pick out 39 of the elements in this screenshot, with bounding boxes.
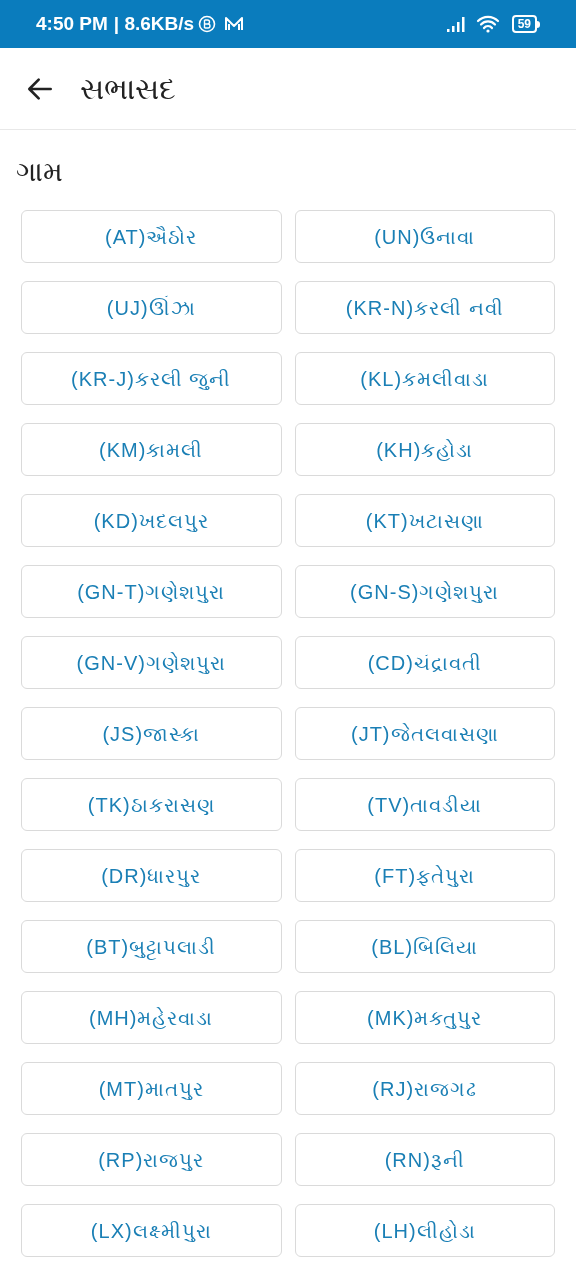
village-button[interactable]: (UJ)ઊંઝા <box>21 281 282 334</box>
village-button[interactable]: (GN-V)ગણેશપુરા <box>21 636 282 689</box>
village-button[interactable]: (TV)તાવડીયા <box>294 778 555 831</box>
village-button[interactable]: (KT)ખટાસણા <box>294 494 555 547</box>
status-time: 4:50 PM <box>36 11 108 36</box>
signal-icon <box>445 15 468 33</box>
village-button[interactable]: (JT)જેતલવાસણા <box>294 707 555 760</box>
village-button[interactable]: (KH)કહોડા <box>294 423 555 476</box>
mail-icon <box>224 16 245 32</box>
village-button[interactable]: (CD)ચંદ્રાવતી <box>294 636 555 689</box>
village-button[interactable]: (DR)ધારપુર <box>21 849 282 902</box>
network-speed: | 8.6KB/s <box>113 11 195 36</box>
village-button[interactable]: (TK)ઠાકરાસણ <box>21 778 282 831</box>
page-title: સભાસદ <box>80 71 176 107</box>
village-button[interactable]: (MT)માતપુર <box>21 1062 282 1115</box>
battery-level: 59 <box>511 15 537 33</box>
village-button[interactable]: (LX)લક્ષ્મીપુરા <box>21 1204 282 1257</box>
village-button[interactable]: (FT)ફતેપુરા <box>294 849 555 902</box>
village-button[interactable]: (JS)જાસ્કા <box>21 707 282 760</box>
village-button[interactable]: (RP)રાજપુર <box>21 1133 282 1186</box>
village-button[interactable]: (GN-S)ગણેશપુરા <box>294 565 555 618</box>
village-button[interactable]: (KR-N)કરલી નવી <box>294 281 555 334</box>
village-button[interactable]: (KD)ખદલપુર <box>21 494 282 547</box>
village-button[interactable]: (KM)કામલી <box>21 423 282 476</box>
section-title: ગામ <box>15 155 64 189</box>
village-button[interactable]: (MK)મક્તુપુર <box>294 991 555 1044</box>
village-button[interactable]: (GN-T)ગણેશપુરા <box>21 565 282 618</box>
b-circle-icon <box>198 15 217 33</box>
village-button[interactable]: (MH)મહેરવાડા <box>21 991 282 1044</box>
village-button[interactable]: (UN)ઉનાવા <box>294 210 555 263</box>
village-button[interactable]: (KR-J)કરલી જુની <box>21 352 282 405</box>
wifi-icon <box>475 15 500 33</box>
village-button[interactable]: (AT)ઐઠોર <box>21 210 282 263</box>
village-button[interactable]: (KL)કમલીવાડા <box>294 352 555 405</box>
village-button[interactable]: (BT)બુટ્ટાપલાડી <box>21 920 282 973</box>
village-button[interactable]: (LH)લીહોડા <box>294 1204 555 1257</box>
village-button[interactable]: (RJ)રાજગઢ <box>294 1062 555 1115</box>
village-button[interactable]: (RN)રૂની <box>294 1133 555 1186</box>
village-button[interactable]: (BL)બિલિયા <box>294 920 555 973</box>
